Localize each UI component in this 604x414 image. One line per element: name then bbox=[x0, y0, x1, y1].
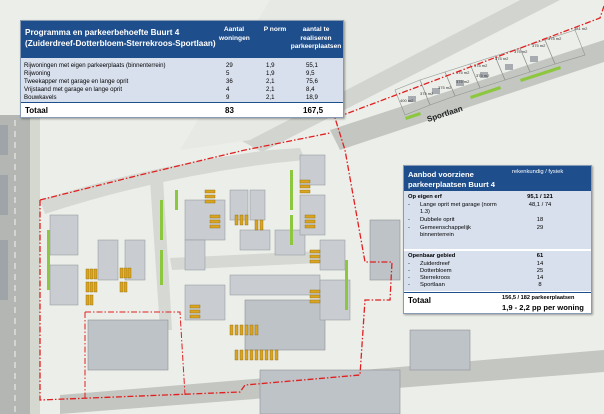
row-woningen: 4 bbox=[226, 86, 230, 93]
total-plaatsen: 167,5 bbox=[303, 106, 324, 115]
aanbod-total-line1: 156,5 / 182 parkeerplaatsen bbox=[502, 295, 575, 301]
eigen-erf-label: Op eigen erf bbox=[408, 194, 442, 200]
openbaar-item-label: Zuiderdreef bbox=[420, 261, 450, 267]
programma-title-line1: Programma en parkeerbehoefte Buurt 4 bbox=[25, 28, 180, 37]
aanbod-header: Aanbod voorziene parkeerplaatsen Buurt 4… bbox=[404, 166, 591, 191]
eigen-item-label: Lange oprit met garage (norm bbox=[420, 202, 497, 208]
table-row: Bouwkavels 9 2,1 18,9 bbox=[21, 94, 343, 101]
total-label: Totaal bbox=[25, 106, 48, 115]
lot-size-label: 375 m2 bbox=[476, 73, 490, 78]
row-norm: 1,9 bbox=[266, 62, 275, 69]
lot-size-label: 375 m2 bbox=[532, 43, 546, 48]
col-header-norm: P norm bbox=[263, 26, 287, 33]
lot-size-label: 375 m2 bbox=[420, 91, 434, 96]
eigen-item-label: 1.3) bbox=[420, 209, 430, 215]
eigen-item-label: Dubbele oprit bbox=[420, 217, 455, 223]
aanbod-total-label: Totaal bbox=[408, 296, 431, 305]
row-norm: 2,1 bbox=[266, 78, 275, 85]
col-header-realiseren: aantal te realiseren parkeerplaatsen bbox=[290, 26, 342, 50]
programma-header: Programma en parkeerbehoefte Buurt 4 (Zu… bbox=[21, 21, 343, 58]
programma-title: Programma en parkeerbehoefte Buurt 4 (Zu… bbox=[25, 27, 216, 49]
openbaar-item-value: 14 bbox=[536, 261, 544, 267]
row-woningen: 36 bbox=[226, 78, 233, 85]
row-plaatsen: 18,9 bbox=[306, 94, 318, 101]
programma-total-row: Totaal 83 167,5 bbox=[21, 102, 343, 118]
bullet-dash: - bbox=[408, 202, 410, 208]
row-label: Vrijstaand met garage en lange oprit bbox=[24, 86, 123, 93]
lot-size-label: 375 m2 bbox=[456, 79, 470, 84]
aanbod-title-line2: parkeerplaatsen Buurt 4 bbox=[408, 179, 495, 189]
programma-rows: Rijwoningen met eigen parkeerplaats (bin… bbox=[21, 58, 343, 102]
eigen-item-label: binnenterrein bbox=[420, 232, 454, 238]
table-row: Rijwoningen met eigen parkeerplaats (bin… bbox=[21, 62, 343, 69]
bullet-dash: - bbox=[408, 225, 410, 231]
bullet-dash: - bbox=[408, 217, 410, 223]
total-woningen: 83 bbox=[225, 106, 234, 115]
table-row: Tweekapper met garage en lange oprit 36 … bbox=[21, 78, 343, 85]
bullet-dash: - bbox=[408, 268, 410, 274]
lot-size-label: 375 m2 bbox=[495, 56, 509, 61]
programma-title-line2: (Zuiderdreef-Dotterbloem-Sterrekroos-Spo… bbox=[25, 39, 216, 48]
col-header-woningen: Aantal woningen bbox=[219, 26, 250, 42]
eigen-item-value: 29 bbox=[536, 225, 544, 231]
left-road-verge bbox=[30, 115, 40, 414]
openbaar-value: 61 bbox=[536, 253, 544, 259]
openbaar-item-label: Sterrekroos bbox=[420, 275, 450, 281]
openbaar-item-value: 25 bbox=[536, 268, 544, 274]
eigen-item-value: 18 bbox=[536, 217, 544, 223]
aanbod-total-row: Totaal 156,5 / 182 parkeerplaatsen 1,9 -… bbox=[404, 292, 591, 314]
eigen-item-value: 48,1 / 74 bbox=[528, 202, 552, 208]
openbaar-section: Openbaar gebied 61 - Zuiderdreef 14 - Do… bbox=[404, 251, 591, 291]
lot-size-label: 375 m2 bbox=[514, 49, 528, 54]
aanbod-col-header: rekenkundig / fysiek bbox=[512, 169, 564, 175]
openbaar-item-value: 8 bbox=[538, 282, 542, 288]
lot-size-label: 375 m2 bbox=[474, 63, 488, 68]
row-label: Bouwkavels bbox=[24, 94, 57, 101]
row-woningen: 5 bbox=[226, 70, 230, 77]
aanbod-title-line1: Aanbod voorziene bbox=[408, 170, 474, 179]
row-label: Rijwoningen met eigen parkeerplaats (bin… bbox=[24, 62, 166, 69]
openbaar-item-label: Dotterbloem bbox=[420, 268, 452, 274]
aanbod-table: Aanbod voorziene parkeerplaatsen Buurt 4… bbox=[403, 165, 592, 314]
row-woningen: 29 bbox=[226, 62, 233, 69]
row-norm: 2,1 bbox=[266, 86, 275, 93]
table-row: Vrijstaand met garage en lange oprit 4 2… bbox=[21, 86, 343, 93]
openbaar-item-label: Sportlaan bbox=[420, 282, 445, 288]
openbaar-item-value: 14 bbox=[536, 275, 544, 281]
row-label: Rijwoning bbox=[24, 70, 51, 77]
openbaar-label: Openbaar gebied bbox=[408, 253, 456, 259]
row-label: Tweekapper met garage en lange oprit bbox=[24, 78, 129, 85]
eigen-erf-section: Op eigen erf 95,1 / 121 - Lange oprit me… bbox=[404, 191, 591, 249]
lot-size-label: 375 m2 bbox=[456, 70, 470, 75]
programma-table: Programma en parkeerbehoefte Buurt 4 (Zu… bbox=[20, 20, 344, 118]
aanbod-total-line2: 1,9 - 2,2 pp per woning bbox=[502, 303, 584, 312]
eigen-item-label: Gemeenschappelijk bbox=[420, 225, 471, 231]
row-woningen: 9 bbox=[226, 94, 230, 101]
row-plaatsen: 75,6 bbox=[306, 78, 318, 85]
left-edge-buildings bbox=[0, 125, 8, 300]
bullet-dash: - bbox=[408, 275, 410, 281]
bullet-dash: - bbox=[408, 282, 410, 288]
row-plaatsen: 55,1 bbox=[306, 62, 318, 69]
table-row: Rijwoning 5 1,9 9,5 bbox=[21, 70, 343, 77]
row-norm: 2,1 bbox=[266, 94, 275, 101]
lot-size-label: 400 m2 bbox=[400, 98, 414, 103]
eigen-erf-value: 95,1 / 121 bbox=[527, 194, 553, 200]
bullet-dash: - bbox=[408, 261, 410, 267]
row-norm: 1,9 bbox=[266, 70, 275, 77]
row-plaatsen: 8,4 bbox=[306, 86, 315, 93]
aanbod-title: Aanbod voorziene parkeerplaatsen Buurt 4 bbox=[408, 170, 495, 189]
lot-size-label: 375 m2 bbox=[438, 85, 452, 90]
row-plaatsen: 9,5 bbox=[306, 70, 315, 77]
